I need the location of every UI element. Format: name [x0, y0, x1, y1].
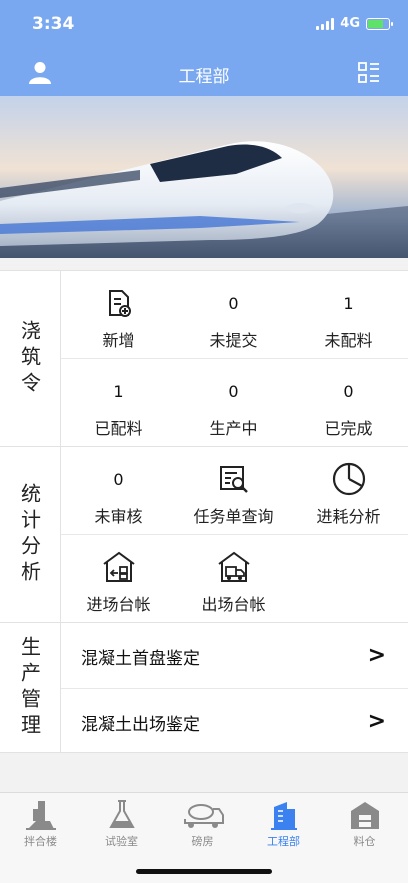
status-bar: 3:34 4G	[0, 0, 408, 50]
outbound-inspection-label: 混凝土出场鉴定	[81, 714, 200, 735]
mixing-plant-icon	[25, 801, 56, 830]
home-indicator	[136, 869, 272, 874]
tab-label: 试验室	[105, 835, 138, 848]
inbound-ledger-button[interactable]: 进场台帐	[61, 535, 176, 623]
batched-stat[interactable]: 1 已配料	[61, 359, 176, 447]
tab-label: 工程部	[267, 835, 300, 848]
unreviewed-count: 0	[113, 469, 124, 489]
first-batch-inspection-row[interactable]: 混凝土首盘鉴定 >	[61, 623, 408, 689]
outbound-inspection-row[interactable]: 混凝土出场鉴定 >	[61, 689, 408, 755]
warehouse-in-icon	[102, 551, 135, 582]
tab-laboratory[interactable]: 试验室	[81, 799, 162, 849]
status-indicators: 4G	[316, 16, 393, 31]
battery-icon	[366, 17, 393, 30]
tab-label: 磅房	[191, 835, 214, 848]
unreviewed-label: 未审核	[94, 507, 143, 526]
page-title: 工程部	[178, 67, 230, 87]
tab-silo[interactable]: 料仓	[324, 799, 405, 849]
tab-mixing-plant[interactable]: 拌合楼	[0, 799, 81, 849]
in-production-stat[interactable]: 0 生产中	[176, 359, 291, 447]
completed-stat[interactable]: 0 已完成	[291, 359, 406, 447]
train-illustration	[0, 96, 408, 258]
completed-count: 0	[343, 381, 354, 401]
inbound-ledger-label: 进场台帐	[86, 595, 151, 614]
unbatched-count: 1	[343, 293, 354, 313]
battery-fill	[368, 19, 384, 28]
unsubmitted-count: 0	[228, 293, 239, 313]
task-query-button[interactable]: 任务单查询	[176, 447, 291, 535]
chevron-right-icon: >	[367, 709, 386, 734]
tab-engineering[interactable]: 工程部	[243, 799, 324, 849]
pie-chart-icon	[332, 462, 365, 496]
flask-icon	[108, 800, 135, 828]
task-query-label: 任务单查询	[193, 507, 274, 526]
consumption-analysis-button[interactable]: 进耗分析	[291, 447, 406, 535]
app-header: 工程部	[0, 50, 408, 96]
add-order-label: 新增	[102, 331, 135, 350]
first-batch-inspection-label: 混凝土首盘鉴定	[81, 648, 200, 669]
building-icon	[270, 802, 297, 830]
pour-order-section: 浇筑令 新增 0 未提交 1 未配料 1 已配料 0 生产中 0 已完成	[0, 270, 408, 446]
document-add-icon	[108, 290, 131, 317]
tab-label: 拌合楼	[24, 835, 57, 848]
tab-weighbridge[interactable]: 磅房	[162, 799, 243, 849]
banner-image	[0, 96, 408, 258]
status-time: 3:34	[32, 14, 75, 34]
silo-icon	[350, 802, 379, 829]
warehouse-truck-icon	[217, 551, 250, 582]
unsubmitted-label: 未提交	[209, 331, 258, 350]
unreviewed-stat[interactable]: 0 未审核	[61, 447, 176, 535]
completed-label: 已完成	[324, 419, 373, 438]
unsubmitted-stat[interactable]: 0 未提交	[176, 271, 291, 359]
batched-label: 已配料	[94, 419, 143, 438]
mixer-truck-icon	[183, 804, 224, 828]
grid-menu-icon[interactable]	[358, 62, 380, 84]
section-label-stats: 统计分析	[0, 447, 61, 622]
section-label-production: 生产管理	[0, 623, 61, 752]
network-label: 4G	[340, 16, 360, 31]
statistics-section: 统计分析 0 未审核 任务单查询 进耗分析 进场台帐 出场台帐	[0, 446, 408, 622]
in-production-count: 0	[228, 381, 239, 401]
tab-label: 料仓	[353, 835, 376, 848]
report-search-icon	[219, 466, 248, 493]
signal-icon	[316, 17, 335, 30]
outbound-ledger-label: 出场台帐	[201, 595, 266, 614]
consumption-analysis-label: 进耗分析	[316, 507, 381, 526]
unbatched-label: 未配料	[324, 331, 373, 350]
unbatched-stat[interactable]: 1 未配料	[291, 271, 406, 359]
outbound-ledger-button[interactable]: 出场台帐	[176, 535, 291, 623]
chevron-right-icon: >	[367, 643, 386, 668]
add-order-button[interactable]: 新增	[61, 271, 176, 359]
in-production-label: 生产中	[209, 419, 258, 438]
batched-count: 1	[113, 381, 124, 401]
production-section: 生产管理 混凝土首盘鉴定 > 混凝土出场鉴定 >	[0, 622, 408, 753]
section-label-pour: 浇筑令	[0, 271, 61, 446]
